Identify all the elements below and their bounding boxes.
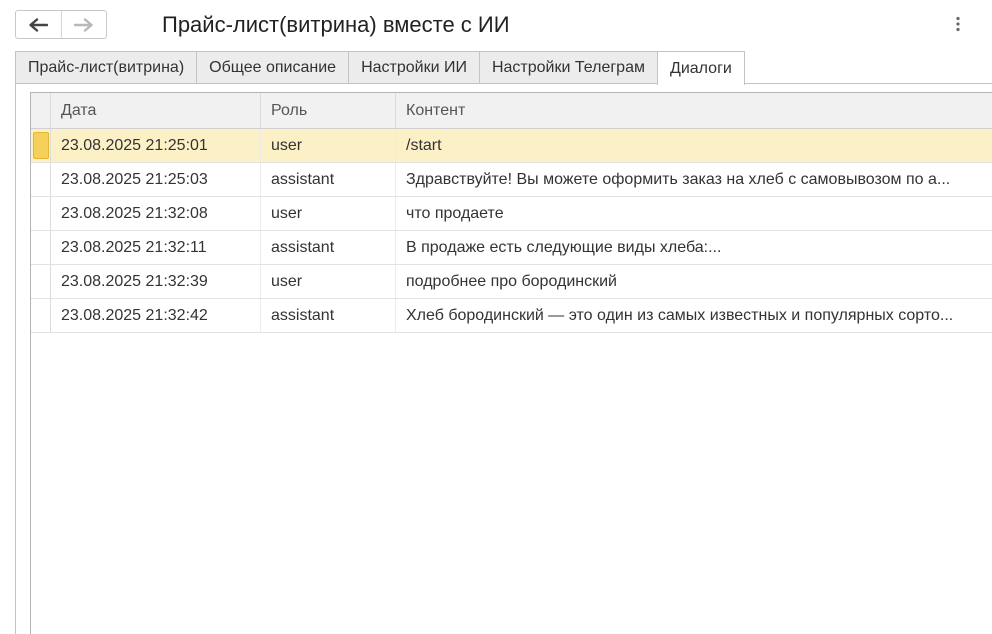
row-marker-cell [31,265,51,298]
row-marker-cell [31,129,51,162]
page-title: Прайс-лист(витрина) вместе с ИИ [162,12,510,37]
cell-content-text: /start [406,136,442,154]
tab-telegram-settings[interactable]: Настройки Телеграм [478,51,658,84]
app-window: Прайс-лист(витрина) вместе с ИИ Прайс-ли… [0,0,992,634]
tab-divider [15,83,992,84]
cell-content-text: В продаже есть следующие виды хлеба:... [406,238,722,256]
table-row[interactable]: 23.08.2025 21:32:42 assistant Хлеб бород… [31,299,992,333]
tab-ai-settings[interactable]: Настройки ИИ [348,51,480,84]
dialogs-table[interactable]: Дата Роль Контент 23.08.2025 21:25:01 us… [30,92,992,634]
cell-date: 23.08.2025 21:32:11 [51,231,261,264]
cell-role: user [261,197,396,230]
content-border [15,83,16,634]
cell-content: /start [396,129,992,162]
tab-bar: Прайс-лист(витрина) Общее описание Настр… [15,51,745,85]
tab-general-description[interactable]: Общее описание [196,51,350,84]
row-marker-cell [31,231,51,264]
cell-content-text: подробнее про бородинский [406,272,617,290]
table-row[interactable]: 23.08.2025 21:32:11 assistant В продаже … [31,231,992,265]
cell-content: Здравствуйте! Вы можете оформить заказ н… [396,163,992,196]
table-header: Дата Роль Контент [31,93,992,129]
table-row[interactable]: 23.08.2025 21:25:01 user /start [31,129,992,163]
cell-role: assistant [261,163,396,196]
cell-content: Хлеб бородинский — это один из самых изв… [396,299,992,332]
arrow-right-icon [73,17,93,32]
column-header-role[interactable]: Роль [261,93,396,128]
cell-date: 23.08.2025 21:25:01 [51,129,261,162]
back-button[interactable] [16,11,61,38]
row-marker-cell [31,197,51,230]
cell-content: что продаете [396,197,992,230]
arrow-left-icon [29,17,49,32]
navigation-buttons [15,10,107,39]
column-header-date[interactable]: Дата [51,93,261,128]
cell-content-text: Хлеб бородинский — это один из самых изв… [406,306,954,324]
cell-date: 23.08.2025 21:32:42 [51,299,261,332]
cell-date: 23.08.2025 21:32:08 [51,197,261,230]
cell-content: В продаже есть следующие виды хлеба:... [396,231,992,264]
row-marker-cell [31,163,51,196]
cell-role: user [261,265,396,298]
cell-role: user [261,129,396,162]
cell-date: 23.08.2025 21:25:03 [51,163,261,196]
column-header-content[interactable]: Контент [396,93,992,128]
table-row[interactable]: 23.08.2025 21:32:39 user подробнее про б… [31,265,992,299]
forward-button[interactable] [60,11,106,38]
row-marker-cell [31,299,51,332]
cell-content: подробнее про бородинский [396,265,992,298]
cell-content-text: что продаете [406,204,504,222]
tab-dialogs[interactable]: Диалоги [656,51,745,85]
cell-date: 23.08.2025 21:32:39 [51,265,261,298]
current-row-marker [33,132,49,159]
more-vertical-icon [956,16,960,32]
table-row[interactable]: 23.08.2025 21:25:03 assistant Здравствуй… [31,163,992,197]
cell-role: assistant [261,299,396,332]
cell-role: assistant [261,231,396,264]
tab-price-list[interactable]: Прайс-лист(витрина) [15,51,198,84]
header-marker-cell [31,93,51,128]
table-row[interactable]: 23.08.2025 21:32:08 user что продаете [31,197,992,231]
more-actions-button[interactable] [948,12,968,36]
cell-content-text: Здравствуйте! Вы можете оформить заказ н… [406,170,951,188]
